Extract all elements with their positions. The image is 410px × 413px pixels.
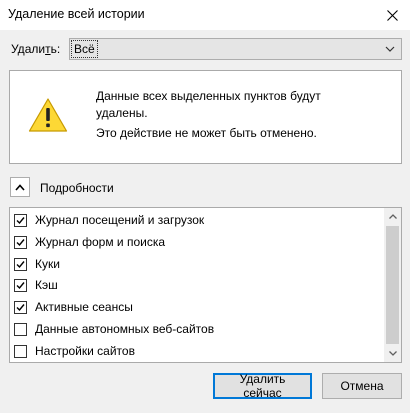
checkbox[interactable]: [14, 344, 27, 358]
list-item-cache[interactable]: Кэш: [14, 276, 58, 294]
list-item-form-history[interactable]: Журнал форм и поиска: [14, 233, 165, 251]
warning-panel: Данные всех выделенных пунктов будут уда…: [9, 70, 402, 164]
chevron-up-icon: [15, 183, 25, 191]
warning-irreversible-note: Это действие не может быть отменено.: [96, 126, 317, 140]
title-bar: Удаление всей истории: [0, 0, 410, 30]
checkbox[interactable]: [14, 300, 27, 314]
checkmark-icon: [16, 238, 25, 246]
list-item-label: Активные сеансы: [35, 300, 133, 314]
scroll-down-button[interactable]: [384, 345, 401, 362]
dialog-title: Удаление всей истории: [8, 7, 145, 21]
checkmark-icon: [16, 303, 25, 311]
cancel-button[interactable]: Отмена: [322, 373, 402, 399]
list-item-label: Куки: [35, 257, 60, 271]
scroll-down-arrow-icon: [388, 351, 397, 356]
scroll-up-button[interactable]: [384, 208, 401, 225]
list-item-active-logins[interactable]: Активные сеансы: [14, 298, 133, 316]
warning-icon: [28, 98, 68, 132]
list-item-label: Настройки сайтов: [35, 344, 135, 358]
checkbox[interactable]: [14, 257, 27, 271]
checkmark-icon: [16, 281, 25, 289]
warning-message: Данные всех выделенных пунктов будут уда…: [96, 89, 321, 120]
list-item-label: Данные автономных веб-сайтов: [35, 322, 215, 336]
checkbox[interactable]: [14, 322, 27, 336]
time-range-select[interactable]: Всё: [69, 38, 402, 60]
checkbox[interactable]: [14, 278, 27, 292]
close-button[interactable]: [374, 0, 410, 30]
details-label: Подробности: [40, 181, 114, 195]
list-item-offline-data[interactable]: Данные автономных веб-сайтов: [14, 320, 214, 338]
chevron-down-icon: [385, 46, 395, 52]
close-icon: [386, 9, 398, 21]
checkbox[interactable]: [14, 213, 27, 227]
history-items-list: Журнал посещений и загрузок Журнал форм …: [9, 207, 402, 363]
list-scrollbar[interactable]: [384, 208, 401, 362]
list-item-label: Журнал форм и поиска: [35, 235, 166, 249]
list-item-label: Журнал посещений и загрузок: [35, 213, 205, 227]
checkmark-icon: [16, 216, 25, 224]
checkmark-icon: [16, 260, 25, 268]
scroll-up-arrow-icon: [388, 214, 397, 219]
list-item-label: Кэш: [35, 278, 58, 292]
clear-now-button[interactable]: Удалить сейчас: [213, 372, 312, 400]
details-toggle-button[interactable]: [10, 177, 30, 197]
scroll-thumb[interactable]: [386, 226, 399, 344]
time-range-label: Удалить:: [11, 42, 61, 56]
list-item-cookies[interactable]: Куки: [14, 255, 60, 273]
list-item-browsing-history[interactable]: Журнал посещений и загрузок: [14, 211, 204, 229]
list-item-site-settings[interactable]: Настройки сайтов: [14, 342, 135, 360]
time-range-value: Всё: [71, 40, 98, 58]
checkbox[interactable]: [14, 235, 27, 249]
